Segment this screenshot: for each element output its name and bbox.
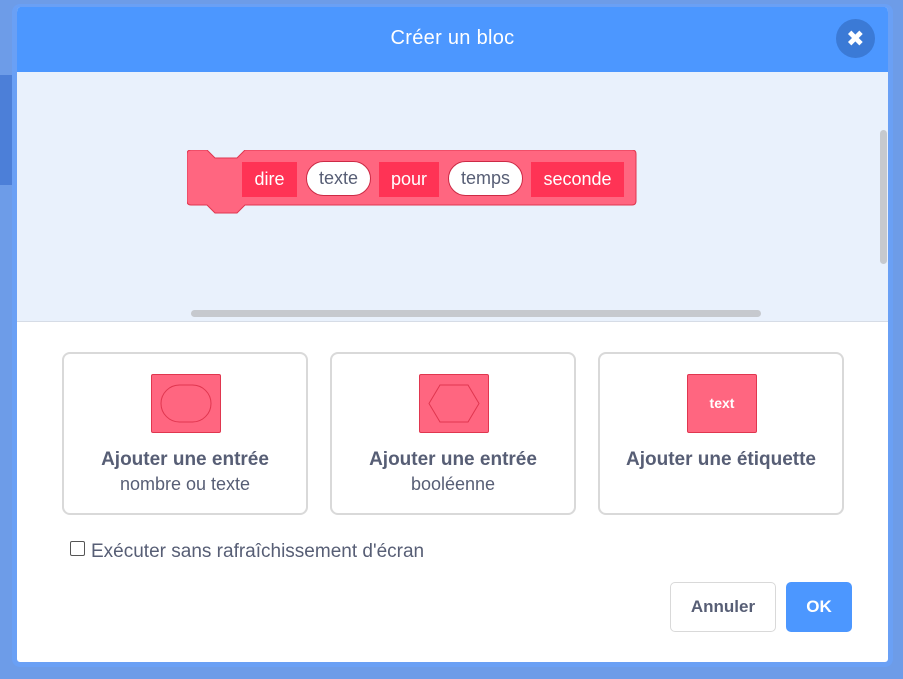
run-without-refresh-label: Exécuter sans rafraîchissement d'écran [91,541,425,562]
block-label-pour[interactable]: pour [379,162,439,197]
add-label-button[interactable]: text Ajouter une étiquette [598,352,844,515]
add-number-text-input-button[interactable]: Ajouter une entrée nombre ou texte [62,352,308,515]
run-without-refresh-checkbox[interactable] [70,541,85,556]
block-label-dire[interactable]: dire [242,162,297,197]
label-icon-text: text [709,395,735,411]
block-input-texte[interactable]: texte [306,161,371,196]
boolean-input-icon [419,374,489,433]
cancel-button[interactable]: Annuler [670,582,776,632]
option-title: Ajouter une entrée [369,449,537,470]
add-boolean-input-button[interactable]: Ajouter une entrée booléenne [330,352,576,515]
close-icon: ✖ [846,26,865,51]
option-subtitle: booléenne [410,474,496,494]
block-label-seconde[interactable]: seconde [531,162,624,197]
custom-block-dialog: Créer un bloc ✖ dire texte pour temps se… [12,4,893,667]
option-subtitle: nombre ou texte [119,474,251,494]
block-workspace[interactable]: dire texte pour temps seconde [17,72,888,322]
option-title: Ajouter une étiquette [625,449,816,470]
option-title: Ajouter une entrée [101,449,269,470]
label-icon: text [687,374,757,433]
dialog-header: Créer un bloc ✖ [17,7,888,72]
vertical-scrollbar[interactable] [880,130,887,264]
ok-button[interactable]: OK [786,582,852,632]
dialog-title: Créer un bloc [390,27,515,49]
block-input-temps[interactable]: temps [448,161,523,196]
close-button[interactable]: ✖ [836,19,875,58]
run-without-refresh-row[interactable]: Exécuter sans rafraîchissement d'écran [70,541,424,563]
horizontal-scrollbar[interactable] [191,310,761,317]
number-text-input-icon [151,374,221,433]
